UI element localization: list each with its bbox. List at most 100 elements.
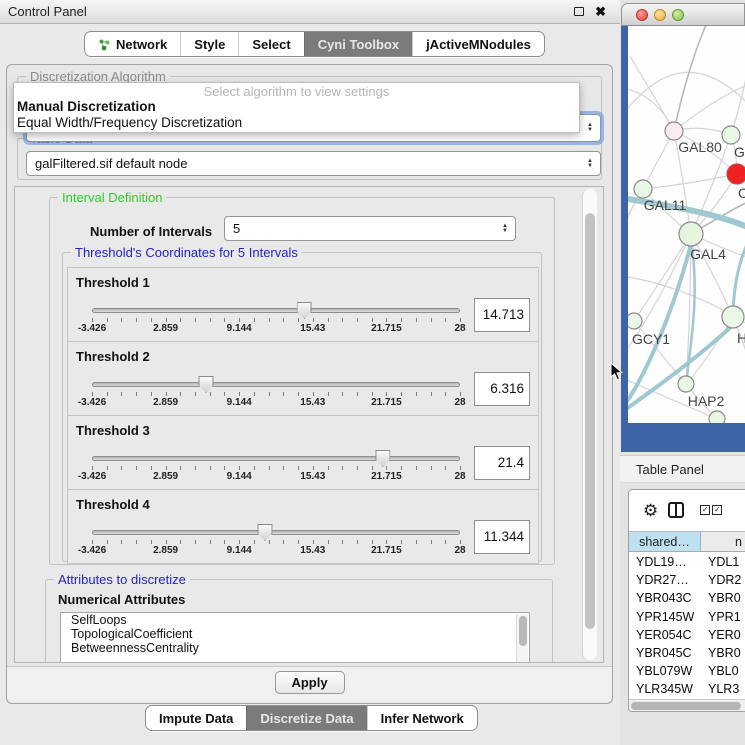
table-column-header[interactable]: shared…: [629, 532, 701, 551]
attribute-list-item[interactable]: SelfLoops: [61, 613, 529, 627]
minimize-traffic-light-icon[interactable]: [654, 9, 666, 21]
table-cell[interactable]: YBR045C: [629, 644, 701, 662]
table-cell[interactable]: YPR1: [701, 608, 745, 626]
table-cell[interactable]: YBR043C: [629, 589, 701, 607]
close-icon[interactable]: ✖: [595, 3, 606, 21]
slider-track[interactable]: [92, 382, 460, 387]
tab-infer-network[interactable]: Infer Network: [367, 706, 477, 730]
gear-icon[interactable]: ⚙: [643, 502, 658, 519]
table-cell[interactable]: YPR145W: [629, 608, 701, 626]
table-cell[interactable]: YBL079W: [629, 662, 701, 680]
table-row[interactable]: YBL079WYBL0: [629, 662, 745, 680]
checkbox-icon[interactable]: ✓: [712, 505, 722, 515]
threshold-value-field[interactable]: 11.344: [474, 520, 530, 554]
network-node[interactable]: [665, 122, 683, 140]
control-panel-tabs: NetworkStyleSelectCyni ToolboxjActiveMNo…: [84, 31, 545, 57]
slider-tick: [269, 466, 270, 470]
network-node[interactable]: [722, 126, 740, 144]
table-column-header[interactable]: n: [701, 532, 745, 551]
table-cell[interactable]: YBL0: [701, 662, 745, 680]
slider-tick: [283, 466, 284, 470]
table-cell[interactable]: YLR345W: [629, 680, 701, 698]
slider-tick-label: 9.144: [227, 545, 252, 556]
slider-tick: [431, 466, 432, 470]
slider-tick: [166, 392, 167, 396]
table-row[interactable]: YDR27…YDR2: [629, 571, 745, 589]
table-cell[interactable]: YBR0: [701, 644, 745, 662]
network-canvas[interactable]: GAL80GACGAL11GAL4GCY1HHAP2: [628, 26, 745, 423]
threshold-slider[interactable]: -3.4262.8599.14415.4321.71528: [92, 456, 460, 482]
slider-track[interactable]: [92, 530, 460, 535]
slider-thumb[interactable]: [257, 524, 272, 541]
table-cell[interactable]: YER054C: [629, 626, 701, 644]
slider-tick: [460, 540, 461, 544]
apply-button[interactable]: Apply: [275, 671, 345, 694]
table-row[interactable]: YER054CYER0: [629, 626, 745, 644]
scrollbar-thumb[interactable]: [519, 616, 527, 646]
float-window-icon[interactable]: [574, 7, 584, 16]
tab-network[interactable]: Network: [85, 32, 180, 56]
slider-thumb[interactable]: [199, 376, 214, 393]
slider-track[interactable]: [92, 308, 460, 313]
network-node[interactable]: [709, 411, 725, 423]
checkbox-icon[interactable]: ✓: [700, 505, 710, 515]
scrollbar-thumb[interactable]: [585, 213, 595, 629]
dropdown-option[interactable]: Equal Width/Frequency Discretization: [14, 115, 579, 131]
threshold-value-field[interactable]: 6.316: [474, 372, 530, 406]
network-node[interactable]: [679, 222, 703, 246]
slider-tick-label: 28: [454, 545, 465, 556]
attributes-group-title: Attributes to discretize: [54, 572, 190, 587]
panel-vertical-scrollbar[interactable]: [582, 189, 597, 660]
network-node[interactable]: [727, 164, 745, 184]
table-data-combobox[interactable]: galFiltered.sif default node ▲▼: [26, 151, 601, 176]
zoom-traffic-light-icon[interactable]: [672, 9, 684, 21]
dropdown-option[interactable]: Manual Discretization: [14, 99, 579, 115]
network-node[interactable]: [722, 306, 744, 328]
cyni-mode-tabs: Impute Data Discretize DataInfer Network: [145, 705, 478, 731]
table-row[interactable]: YBR045CYBR0: [629, 644, 745, 662]
table-cell[interactable]: YBR0: [701, 589, 745, 607]
table-cell[interactable]: YDL1: [701, 553, 745, 571]
tab-impute-data[interactable]: Impute Data: [146, 706, 246, 730]
slider-tick: [239, 466, 240, 470]
tab-label: Impute Data: [159, 711, 233, 726]
table-horizontal-scrollbar[interactable]: [629, 699, 745, 711]
columns-icon[interactable]: [668, 502, 684, 518]
threshold-slider[interactable]: -3.4262.8599.14415.4321.71528: [92, 382, 460, 408]
table-cell[interactable]: YDR2: [701, 571, 745, 589]
slider-tick: [416, 392, 417, 396]
tab-style[interactable]: Style: [180, 32, 238, 56]
slider-thumb[interactable]: [375, 450, 390, 467]
tab-select[interactable]: Select: [238, 32, 303, 56]
threshold-slider[interactable]: -3.4262.8599.14415.4321.71528: [92, 530, 460, 556]
attributes-listbox[interactable]: SelfLoopsTopologicalCoefficientBetweenne…: [60, 612, 530, 663]
table-row[interactable]: YPR145WYPR1: [629, 608, 745, 626]
table-cell[interactable]: YER0: [701, 626, 745, 644]
network-node-label: HAP2: [688, 393, 725, 409]
close-traffic-light-icon[interactable]: [636, 9, 648, 21]
slider-tick: [298, 318, 299, 322]
scrollbar-thumb[interactable]: [631, 702, 741, 710]
table-row[interactable]: YDL19…YDL1: [629, 553, 745, 571]
threshold-slider[interactable]: -3.4262.8599.14415.4321.71528: [92, 308, 460, 334]
table-cell[interactable]: YDL19…: [629, 553, 701, 571]
network-node[interactable]: [678, 376, 694, 392]
table-cell[interactable]: YDR27…: [629, 571, 701, 589]
table-row[interactable]: YLR345WYLR3: [629, 680, 745, 698]
attributes-list-scrollbar[interactable]: [516, 614, 528, 663]
tab-jactivemnodules[interactable]: jActiveMNodules: [412, 32, 544, 56]
table-cell[interactable]: YLR3: [701, 680, 745, 698]
attribute-list-item[interactable]: BetweennessCentrality: [61, 641, 529, 655]
slider-tick: [460, 392, 461, 396]
tab-discretize-data[interactable]: Discretize Data: [246, 706, 366, 730]
table-row[interactable]: YBR043CYBR0: [629, 589, 745, 607]
slider-thumb[interactable]: [297, 302, 312, 319]
slider-track[interactable]: [92, 456, 460, 461]
tab-cyni-toolbox[interactable]: Cyni Toolbox: [304, 32, 412, 56]
network-node[interactable]: [634, 180, 652, 198]
num-intervals-combobox[interactable]: 5 ▲▼: [224, 216, 516, 241]
network-node[interactable]: [628, 313, 642, 329]
attribute-list-item[interactable]: TopologicalCoefficient: [61, 627, 529, 641]
threshold-value-field[interactable]: 14.713: [474, 298, 530, 332]
threshold-value-field[interactable]: 21.4: [474, 446, 530, 480]
